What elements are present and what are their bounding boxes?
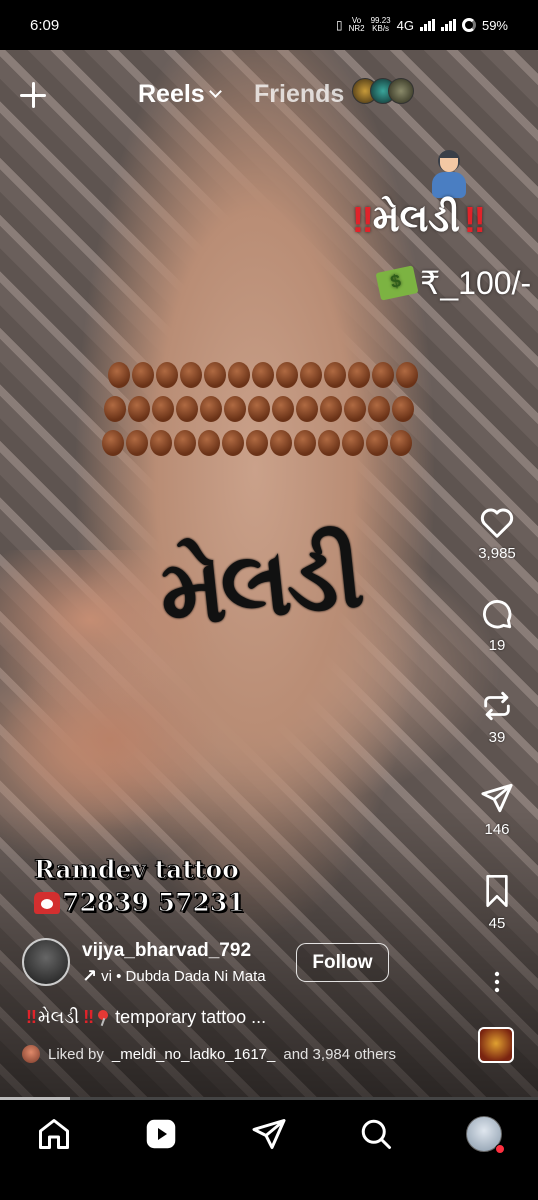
search-icon [361, 1119, 391, 1149]
shop-phone: 72839 57231 [34, 888, 246, 918]
volte-indicator: Vo NR2 [349, 17, 365, 33]
bead-bracelet-3 [102, 430, 412, 456]
battery-level: 59% [481, 17, 508, 33]
more-options-button[interactable] [470, 970, 524, 994]
more-icon [494, 971, 500, 993]
overlay-title: ‼ મેલડી ‼ [352, 198, 486, 241]
price-text: ₹_100/- [420, 265, 532, 301]
net-speed-unit: KB/s [372, 24, 390, 33]
tab-reels-label: Reels [138, 80, 205, 108]
repost-count: 39 [488, 729, 506, 746]
status-icons: ▯ Vo NR2 99.23 KB/s 4G 59% [336, 17, 508, 33]
bead-bracelet-2 [104, 396, 414, 422]
like-action[interactable]: 3,985 [470, 505, 524, 562]
shop-name: Ramdev tattoo [34, 855, 240, 885]
liked-by-avatar [22, 1045, 40, 1063]
share-action[interactable]: 146 [470, 781, 524, 838]
repost-icon [484, 691, 510, 721]
signal-icon [419, 19, 435, 31]
double-exclamation-icon: ‼ [352, 198, 374, 240]
comment-action[interactable]: 19 [470, 597, 524, 654]
repost-action[interactable]: 39 [470, 689, 524, 746]
double-exclamation-icon: ‼ [83, 1007, 94, 1027]
vibrate-icon: ▯ [335, 18, 343, 32]
comment-count: 19 [488, 637, 506, 654]
trending-arrow-icon: ↗ [82, 966, 98, 986]
save-count: 45 [488, 915, 506, 932]
audio-info[interactable]: ↗ vi • Dubda Dada Ni Mata [82, 966, 282, 987]
nav-messages[interactable] [251, 1116, 287, 1152]
reels-icon [146, 1119, 176, 1149]
tab-reels[interactable]: Reels [138, 80, 222, 109]
caption-text: temporary tattoo ... [115, 1007, 267, 1027]
net-speed: 99.23 KB/s [371, 17, 391, 33]
follow-button[interactable]: Follow [296, 943, 389, 982]
audio-thumbnail[interactable] [478, 1027, 514, 1063]
shop-phone-number: 72839 57231 [62, 888, 246, 918]
status-bar: 6:09 ▯ Vo NR2 99.23 KB/s 4G 59% [0, 0, 538, 50]
overlay-title-text: મેલડી [372, 198, 461, 240]
author-username[interactable]: vijya_bharvad_792 [82, 940, 251, 962]
liked-by-prefix: Liked by [48, 1045, 104, 1063]
top-bar: Reels Friends [0, 78, 538, 110]
nav-home[interactable] [36, 1116, 72, 1152]
liked-by-suffix: and 3,984 others [283, 1045, 396, 1063]
double-exclamation-icon: ‼ [26, 1007, 37, 1027]
audio-title: vi • Dubda Dada Ni Mata [101, 968, 266, 985]
pushpin-icon [95, 1009, 111, 1026]
nav-reels[interactable] [143, 1116, 179, 1152]
heart-icon [480, 508, 514, 538]
bottom-nav [0, 1100, 538, 1200]
friend-avatar [388, 78, 414, 104]
save-action[interactable]: 45 [470, 873, 524, 932]
bead-bracelet-1 [108, 362, 418, 388]
share-count: 146 [484, 821, 510, 838]
tab-friends[interactable]: Friends [254, 80, 344, 109]
tattoo-text: મેલડી [154, 519, 365, 649]
volte-line2: NR2 [348, 24, 365, 33]
caption-meldi: મેલડી [37, 1007, 80, 1027]
bookmark-icon [486, 874, 508, 907]
double-exclamation-icon: ‼ [464, 198, 486, 240]
money-with-wings-icon [375, 265, 419, 301]
notification-dot [495, 1144, 505, 1154]
comment-icon [483, 600, 512, 629]
overlay-price: ₹_100/- [375, 264, 532, 302]
plus-icon[interactable] [20, 82, 46, 108]
status-time: 6:09 [30, 16, 60, 34]
caption[interactable]: ‼ મેલડી ‼ temporary tattoo ... [26, 1007, 266, 1028]
friends-avatars[interactable] [352, 78, 414, 104]
like-count: 3,985 [478, 545, 516, 562]
liked-by-user[interactable]: _meldi_no_ladko_1617_ [112, 1046, 275, 1063]
chevron-down-icon [208, 85, 222, 98]
telephone-icon [34, 891, 60, 914]
person-bowing-icon [428, 150, 470, 200]
liked-by[interactable]: Liked by _meldi_no_ladko_1617_ and 3,984… [22, 1045, 396, 1063]
send-icon [252, 1119, 286, 1149]
battery-icon [461, 18, 476, 32]
network-type: 4G [396, 17, 414, 33]
home-icon [39, 1119, 69, 1149]
send-icon [481, 783, 513, 813]
author-avatar[interactable] [22, 938, 70, 986]
signal-icon-2 [440, 19, 456, 31]
nav-search[interactable] [358, 1116, 394, 1152]
